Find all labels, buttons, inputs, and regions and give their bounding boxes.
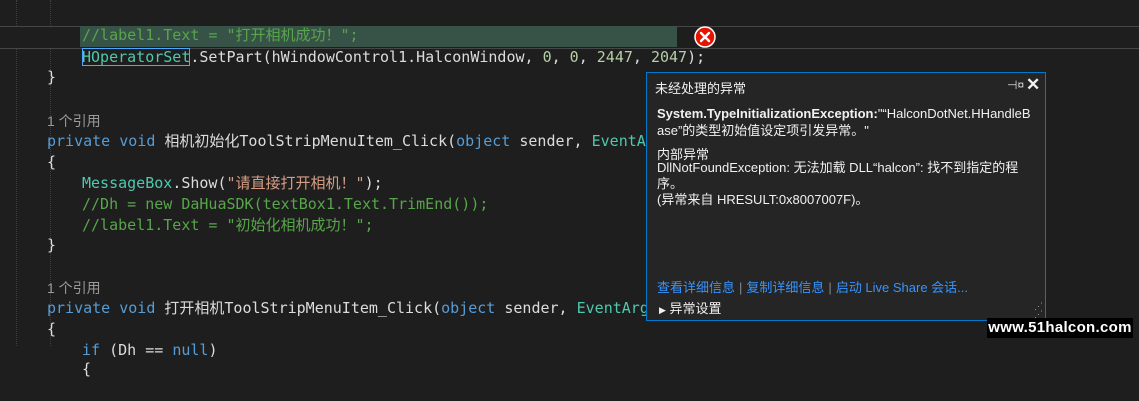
code-line[interactable]: } — [0, 46, 1139, 86]
popup-title: 未经处理的异常 — [655, 81, 747, 96]
copy-details-link[interactable]: 复制详细信息 — [746, 280, 824, 295]
exception-settings-toggle[interactable]: ▶ 异常设置 — [659, 298, 722, 317]
pin-icon[interactable]: ⊣¤ — [1007, 78, 1024, 92]
view-details-link[interactable]: 查看详细信息 — [657, 280, 735, 295]
code-line[interactable]: { — [0, 338, 1139, 378]
popup-links: 查看详细信息 | 复制详细信息 | 启动 Live Share 会话... — [657, 280, 969, 295]
exception-message: System.TypeInitializationException:"“Hal… — [657, 106, 1031, 138]
inner-exception-message: DllNotFoundException: 无法加载 DLL“halcon”: … — [657, 160, 1019, 207]
close-icon[interactable]: ✕ — [1026, 75, 1040, 95]
code-line[interactable]: //label1.Text = "打开相机成功！"; — [0, 4, 1139, 44]
exception-type: System.TypeInitializationException: — [657, 106, 878, 121]
error-icon[interactable] — [694, 26, 716, 48]
exception-helper-popup[interactable]: 未经处理的异常 ⊣¤ ✕ System.TypeInitializationEx… — [646, 72, 1046, 321]
resize-grip-icon[interactable]: ⋰ ⋰ — [1034, 302, 1043, 319]
code-line[interactable]: if (Dh == null) — [0, 319, 1139, 359]
expand-triangle-icon: ▶ — [659, 305, 666, 315]
code-line-exception[interactable]: HOperatorSet.SetPart(hWindowControl1.Hal… — [0, 26, 1139, 66]
live-share-link[interactable]: 启动 Live Share 会话... — [836, 280, 968, 295]
watermark: www.51halcon.com — [987, 318, 1133, 338]
